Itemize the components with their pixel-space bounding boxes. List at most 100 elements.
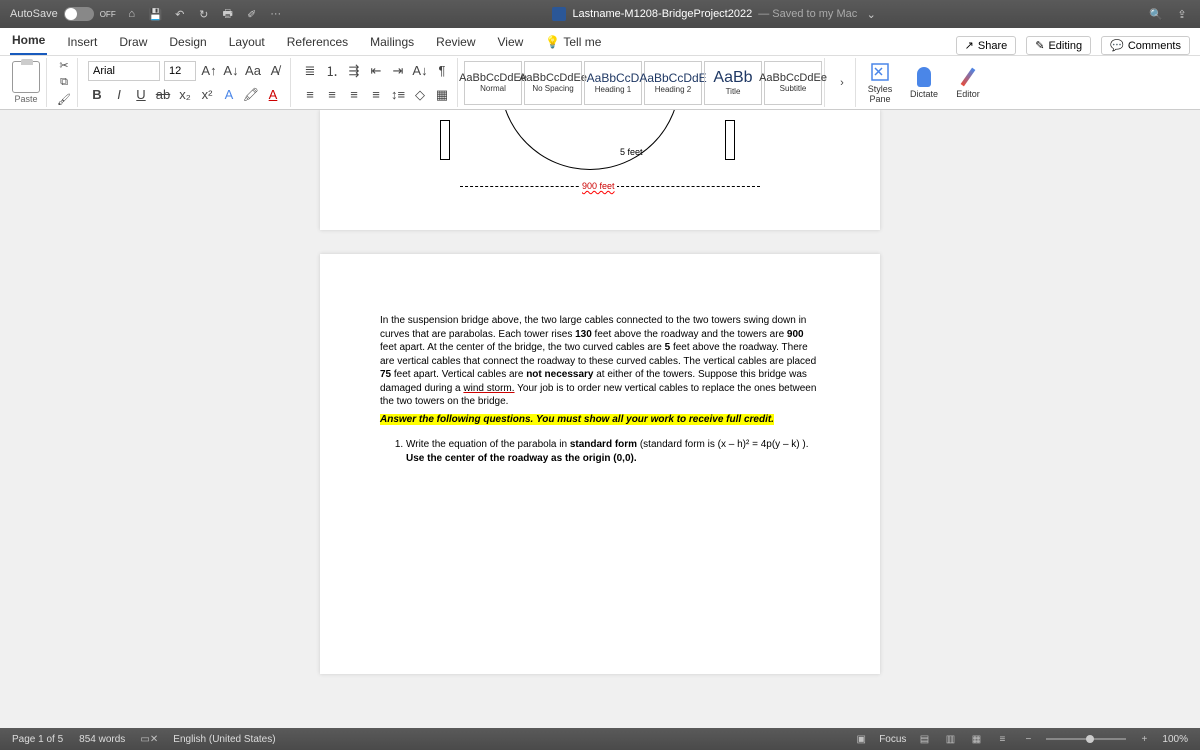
zoom-in-button[interactable]: + [1136,732,1152,746]
chevron-down-icon[interactable]: ⌄ [863,6,879,22]
dictate-label: Dictate [910,89,938,99]
clear-format-icon[interactable]: A̸ [266,62,284,80]
zoom-out-button[interactable]: − [1020,732,1036,746]
tab-mailings[interactable]: Mailings [368,29,416,55]
touch-icon[interactable]: ✐ [244,6,260,22]
redo-icon[interactable]: ↻ [196,6,212,22]
indent-icon[interactable]: ⇥ [389,62,407,80]
font-color-icon[interactable]: A [264,86,282,104]
document-title[interactable]: Lastname-M1208-BridgeProject2022 [572,8,752,20]
tab-layout[interactable]: Layout [227,29,267,55]
save-icon[interactable]: 💾 [148,6,164,22]
print-layout-icon[interactable]: ▤ [916,732,932,746]
editor-button[interactable]: Editor [948,58,988,107]
style-heading-2[interactable]: AaBbCcDdEHeading 2 [644,61,702,105]
tab-tellme[interactable]: 💡 Tell me [543,29,603,55]
text-effects-icon[interactable]: A [220,86,238,104]
style-normal[interactable]: AaBbCcDdEeNormal [464,61,522,105]
change-case-icon[interactable]: Aa [244,62,262,80]
styles-nav: › [829,58,856,107]
tab-home[interactable]: Home [10,27,47,55]
justify-icon[interactable]: ≡ [367,86,385,104]
sort-icon[interactable]: A↓ [411,62,429,80]
instruction-highlight[interactable]: Answer the following questions. You must… [380,413,820,427]
question-1[interactable]: Write the equation of the parabola in st… [406,438,820,465]
styles-pane-button[interactable]: Styles Pane [860,58,900,107]
style-heading-1[interactable]: AaBbCcDHeading 1 [584,61,642,105]
language-indicator[interactable]: English (United States) [173,734,275,745]
editing-mode-button[interactable]: ✎ Editing [1026,36,1091,55]
highlight-icon[interactable]: 🖍 [242,86,260,104]
styles-pane-label: Styles Pane [868,84,893,104]
saved-status: — Saved to my Mac [758,8,857,20]
style-title[interactable]: AaBbTitle [704,61,762,105]
grow-font-icon[interactable]: A↑ [200,62,218,80]
read-mode-icon[interactable]: ▥ [942,732,958,746]
style-subtitle[interactable]: AaBbCcDdEeSubtitle [764,61,822,105]
problem-paragraph[interactable]: In the suspension bridge above, the two … [380,314,820,409]
editor-label: Editor [956,89,980,99]
zoom-slider[interactable] [1046,738,1126,740]
subscript-button[interactable]: x₂ [176,86,194,104]
web-layout-icon[interactable]: ▦ [968,732,984,746]
focus-label[interactable]: Focus [879,734,906,745]
bullets-icon[interactable]: ≣ [301,62,319,80]
align-center-icon[interactable]: ≡ [323,86,341,104]
align-left-icon[interactable]: ≡ [301,86,319,104]
styles-group: AaBbCcDdEeNormalAaBbCcDdEeNo SpacingAaBb… [462,58,825,107]
style-no-spacing[interactable]: AaBbCcDdEeNo Spacing [524,61,582,105]
styles-more-icon[interactable]: › [835,74,849,92]
cable-arc [500,110,680,170]
font-size-select[interactable] [164,61,196,81]
document-canvas[interactable]: 5 feet 900 feet In the suspension bridge… [0,110,1200,728]
superscript-button[interactable]: x² [198,86,216,104]
share-window-icon[interactable]: ⇪ [1174,6,1190,22]
align-right-icon[interactable]: ≡ [345,86,363,104]
dictate-button[interactable]: Dictate [904,58,944,107]
tab-references[interactable]: References [285,29,350,55]
borders-icon[interactable]: ▦ [433,86,451,104]
outline-icon[interactable]: ≡ [994,732,1010,746]
autosave-toggle[interactable]: AutoSave OFF [10,7,116,21]
font-name-select[interactable] [88,61,160,81]
spellcheck-icon[interactable]: ▭✕ [141,732,157,746]
shrink-font-icon[interactable]: A↓ [222,62,240,80]
more-icon[interactable]: ··· [268,6,284,22]
editor-icon [961,67,976,86]
comments-button[interactable]: 💬 Comments [1101,36,1190,55]
search-icon[interactable]: 🔍 [1148,6,1164,22]
tab-insert[interactable]: Insert [65,29,99,55]
zoom-percent[interactable]: 100% [1162,734,1188,745]
word-count[interactable]: 854 words [79,734,125,745]
undo-icon[interactable]: ↶ [172,6,188,22]
show-marks-icon[interactable]: ¶ [433,62,451,80]
outdent-icon[interactable]: ⇤ [367,62,385,80]
titlebar-center: Lastname-M1208-BridgeProject2022 — Saved… [292,6,1140,22]
cut-icon[interactable]: ✂ [57,58,71,73]
focus-mode-icon[interactable]: ▣ [853,732,869,746]
paste-icon[interactable] [12,61,40,93]
page-2: In the suspension bridge above, the two … [320,254,880,674]
copy-icon[interactable]: ⧉ [57,75,71,90]
share-button[interactable]: ↗ Share [956,36,1017,55]
line-spacing-icon[interactable]: ↕≡ [389,86,407,104]
bridge-diagram: 5 feet 900 feet [380,120,820,200]
shading-icon[interactable]: ◇ [411,86,429,104]
italic-button[interactable]: I [110,86,128,104]
page-indicator[interactable]: Page 1 of 5 [12,734,63,745]
microphone-icon [917,67,931,87]
underline-button[interactable]: U [132,86,150,104]
multilevel-icon[interactable]: ⇶ [345,62,363,80]
tab-design[interactable]: Design [167,29,208,55]
ribbon-tabs: Home Insert Draw Design Layout Reference… [0,28,1200,56]
numbering-icon[interactable]: ⒈ [323,62,341,80]
tab-view[interactable]: View [496,29,526,55]
tab-review[interactable]: Review [434,29,477,55]
strike-button[interactable]: ab [154,86,172,104]
tab-draw[interactable]: Draw [117,29,149,55]
print-icon[interactable]: 🖶 [220,6,236,22]
format-painter-icon[interactable]: 🖌 [57,92,71,107]
home-icon[interactable]: ⌂ [124,6,140,22]
tower-right [725,120,735,160]
bold-button[interactable]: B [88,86,106,104]
